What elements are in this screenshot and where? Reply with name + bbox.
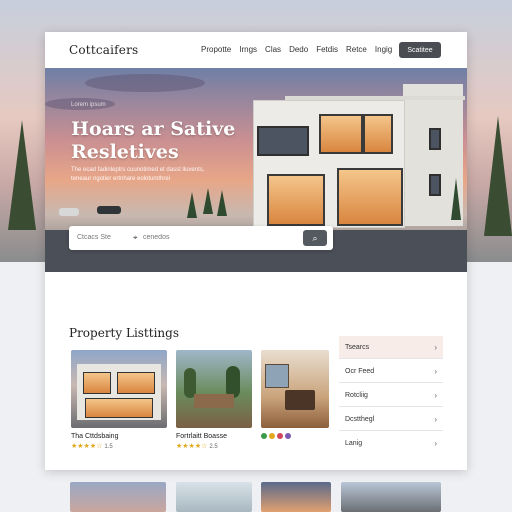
listing-card-preview[interactable]	[70, 482, 166, 512]
tree-decoration	[484, 116, 512, 236]
shrub-decoration	[217, 190, 227, 216]
filter-item[interactable]: Dcstthegl ›	[339, 408, 443, 431]
car-image	[97, 206, 121, 214]
listing-title: Fortrlaitt Boasse	[176, 433, 227, 440]
chevron-right-icon: ›	[434, 342, 437, 352]
listings-title: Property Listtings	[69, 326, 179, 340]
tag-dot-icon	[261, 433, 267, 439]
star-rating-icon: ★★★★☆	[176, 443, 208, 450]
listing-image	[176, 350, 252, 428]
hero-kicker: Lorem ipsum	[71, 102, 106, 108]
listing-image	[71, 350, 167, 428]
listing-card-preview[interactable]	[176, 482, 252, 512]
house-window	[117, 372, 155, 394]
nav-link[interactable]: Clas	[265, 45, 281, 54]
shrub-decoration	[187, 192, 197, 218]
tree-decoration	[8, 120, 36, 230]
filter-item[interactable]: Tsearcs ›	[339, 336, 443, 359]
top-navbar: Cottcaifers Propotte Irngs Clas Dedo Fet…	[45, 32, 467, 68]
listing-card[interactable]: Fortrlaitt Boasse ★★★★☆ 2.5	[176, 350, 252, 450]
listing-image	[261, 350, 329, 428]
hero-title-line: Resletives	[71, 141, 179, 163]
filter-label: Ocr Feed	[345, 367, 375, 375]
nav-link[interactable]: Dedo	[289, 45, 308, 54]
hero-banner: Lorem ipsum Hoars ar Sative Resletives T…	[45, 68, 467, 272]
rating-value: 2.5	[209, 444, 218, 450]
house-window	[363, 114, 393, 154]
search-input-type[interactable]	[77, 234, 137, 241]
listing-tags	[261, 433, 329, 441]
listing-card-preview[interactable]	[261, 482, 331, 512]
furniture-image	[285, 390, 315, 410]
chevron-right-icon: ›	[434, 438, 437, 448]
listing-card[interactable]	[261, 350, 329, 441]
nav-link[interactable]: Propotte	[201, 45, 231, 54]
nav-cta-button[interactable]: Scatitee	[399, 42, 441, 58]
filter-item[interactable]: Lanig ›	[339, 432, 443, 454]
star-rating-icon: ★★★★☆	[71, 443, 103, 450]
brand-logo[interactable]: Cottcaifers	[69, 43, 138, 57]
chevron-right-icon: ›	[434, 414, 437, 424]
nav-link[interactable]: Fetdis	[316, 45, 338, 54]
filter-item[interactable]: Ocr Feed ›	[339, 360, 443, 383]
filter-menu: Tsearcs › Ocr Feed › Rotcliig › Dcstthegl › …	[339, 336, 443, 455]
house-window	[429, 128, 441, 150]
website-page: Cottcaifers Propotte Irngs Clas Dedo Fet…	[45, 32, 467, 470]
listing-rating: ★★★★☆ 2.5	[176, 442, 252, 450]
house-window	[83, 372, 111, 394]
tag-dot-icon	[277, 433, 283, 439]
search-input-location[interactable]	[143, 234, 263, 241]
house-window	[337, 168, 403, 226]
search-icon: ⌕	[312, 232, 318, 243]
filter-label: Lanig	[345, 439, 363, 447]
patio-image	[194, 394, 234, 408]
filter-item[interactable]: Rotcliig ›	[339, 384, 443, 407]
cloud-decoration	[85, 74, 205, 92]
nav-link[interactable]: Retce	[346, 45, 367, 54]
interior-window	[265, 364, 289, 388]
house-balcony	[257, 126, 309, 156]
shrub-decoration	[203, 188, 213, 214]
listing-title: Tha Cttdsbaing	[71, 433, 119, 440]
house-window	[429, 174, 441, 196]
shrub-decoration	[451, 178, 461, 220]
hero-subtitle: The ecad fadinleptrs cuunotimed et dasst…	[71, 167, 205, 182]
house-window	[319, 114, 363, 154]
chevron-right-icon: ›	[434, 366, 437, 376]
tag-dot-icon	[269, 433, 275, 439]
location-pin-icon: ⌖	[133, 233, 138, 242]
car-image	[59, 208, 79, 216]
search-bar: ⌖ ⌕	[69, 226, 333, 250]
tag-dot-icon	[285, 433, 291, 439]
hero-title-line: Hoars ar Sative	[71, 118, 236, 140]
filter-label: Dcstthegl	[345, 415, 375, 423]
search-button[interactable]: ⌕	[303, 230, 327, 246]
listing-card[interactable]: Tha Cttdsbaing ★★★★☆ 1.5	[71, 350, 167, 450]
filter-label: Rotcliig	[345, 391, 368, 399]
nav-link[interactable]: Irngs	[239, 45, 257, 54]
nav-links: Propotte Irngs Clas Dedo Fetdis Retce In…	[201, 45, 392, 54]
rating-value: 1.5	[104, 444, 113, 450]
listing-rating: ★★★★☆ 1.5	[71, 442, 167, 450]
nav-link[interactable]: Ingig	[375, 45, 392, 54]
listing-card-preview[interactable]	[341, 482, 441, 512]
house-window	[267, 174, 325, 226]
chevron-right-icon: ›	[434, 390, 437, 400]
filter-label: Tsearcs	[345, 343, 370, 351]
hero-title: Hoars ar Sative Resletives	[71, 118, 251, 164]
house-window	[85, 398, 153, 418]
